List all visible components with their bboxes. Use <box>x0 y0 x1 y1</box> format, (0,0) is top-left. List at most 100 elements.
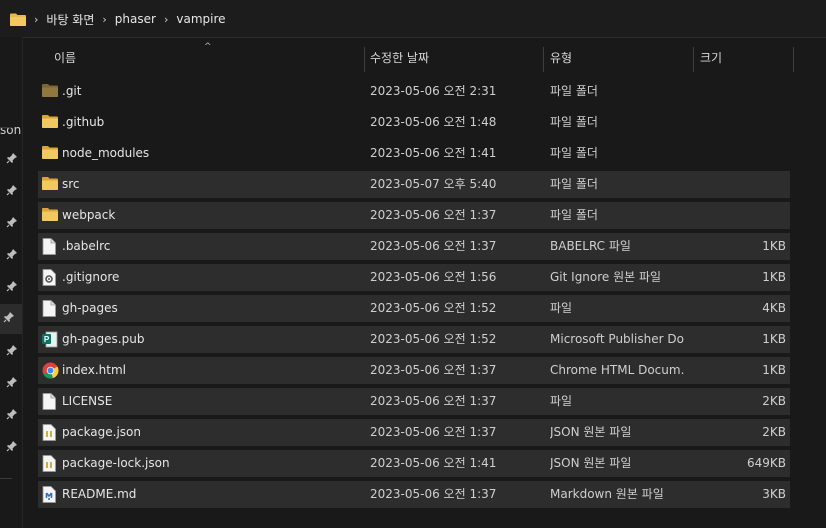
pin-icon[interactable] <box>3 408 19 424</box>
file-type: BABELRC 파일 <box>550 239 631 253</box>
nav-item-label[interactable]: sona <box>0 123 22 137</box>
file-modified-date: 2023-05-06 오전 1:41 <box>370 456 497 470</box>
file-name: webpack <box>62 208 116 222</box>
file-row[interactable]: .git 2023-05-06 오전 2:31 파일 폴더 <box>38 78 790 105</box>
file-modified-date: 2023-05-06 오전 1:48 <box>370 115 497 129</box>
json-file-icon <box>42 455 58 472</box>
column-divider[interactable] <box>793 47 794 72</box>
file-modified-date: 2023-05-07 오후 5:40 <box>370 177 497 191</box>
file-type: JSON 원본 파일 <box>550 425 632 439</box>
file-row[interactable]: package.json 2023-05-06 오전 1:37 JSON 원본 파일… <box>38 419 790 446</box>
file-name: index.html <box>62 363 126 377</box>
file-type: 파일 폴더 <box>550 115 598 129</box>
pin-icon[interactable] <box>3 248 19 264</box>
file-row[interactable]: .gitignore 2023-05-06 오전 1:56 Git Ignore 원… <box>38 264 790 291</box>
breadcrumb-item-desktop[interactable]: 바탕 화면 <box>46 11 94 28</box>
file-modified-date: 2023-05-06 오전 1:37 <box>370 239 497 253</box>
file-size: 2KB <box>762 425 786 439</box>
file-type: Chrome HTML Docum... <box>550 363 685 377</box>
file-modified-date: 2023-05-06 오전 1:37 <box>370 363 497 377</box>
svg-text:P: P <box>44 335 50 344</box>
column-divider[interactable] <box>543 47 544 72</box>
file-name: package.json <box>62 425 142 439</box>
column-header: ^ 이름 수정한 날짜 유형 크기 <box>38 42 794 72</box>
file-name: gh-pages.pub <box>62 332 145 346</box>
folder-icon <box>42 207 58 223</box>
file-name: node_modules <box>62 146 150 160</box>
pin-icon[interactable] <box>3 280 19 296</box>
chrome-icon <box>42 362 59 379</box>
folder-icon <box>42 145 58 161</box>
pin-icon[interactable] <box>3 216 19 232</box>
file-row[interactable]: .github 2023-05-06 오전 1:48 파일 폴더 <box>38 109 790 136</box>
column-header-name[interactable]: 이름 <box>54 44 354 72</box>
chevron-right-icon: › <box>34 12 39 26</box>
file-modified-date: 2023-05-06 오전 1:37 <box>370 394 497 408</box>
publisher-icon: P <box>42 331 58 348</box>
pin-icon[interactable] <box>0 304 22 334</box>
pin-icon[interactable] <box>3 152 19 168</box>
pin-icon[interactable] <box>3 440 19 456</box>
file-modified-date: 2023-05-06 오전 2:31 <box>370 84 497 98</box>
file-row[interactable]: webpack 2023-05-06 오전 1:37 파일 폴더 <box>38 202 790 229</box>
file-modified-date: 2023-05-06 오전 1:52 <box>370 301 497 315</box>
file-type: 파일 폴더 <box>550 84 598 98</box>
file-name: README.md <box>62 487 137 501</box>
folder-icon <box>42 114 58 130</box>
breadcrumb-item-phaser[interactable]: phaser <box>115 12 156 26</box>
file-row[interactable]: src 2023-05-07 오후 5:40 파일 폴더 <box>38 171 790 198</box>
folder-icon <box>10 13 26 26</box>
file-icon <box>42 300 58 317</box>
file-type: JSON 원본 파일 <box>550 456 632 470</box>
navigation-pane: sona <box>0 37 23 528</box>
file-size: 1KB <box>762 332 786 346</box>
file-name: LICENSE <box>62 394 113 408</box>
pin-icon[interactable] <box>3 184 19 200</box>
file-row[interactable]: gh-pages 2023-05-06 오전 1:52 파일 4KB <box>38 295 790 322</box>
file-size: 1KB <box>762 239 786 253</box>
file-type: 파일 <box>550 301 573 315</box>
address-bar[interactable]: › 바탕 화면 › phaser › vampire <box>0 0 826 38</box>
column-header-modified[interactable]: 수정한 날짜 <box>370 44 540 72</box>
file-name: .git <box>62 84 82 98</box>
pin-icon[interactable] <box>3 376 19 392</box>
nav-divider <box>0 127 12 128</box>
file-type: 파일 <box>550 394 573 408</box>
file-modified-date: 2023-05-06 오전 1:56 <box>370 270 497 284</box>
column-header-size[interactable]: 크기 <box>700 44 780 72</box>
file-row[interactable]: node_modules 2023-05-06 오전 1:41 파일 폴더 <box>38 140 790 167</box>
file-name: .github <box>62 115 105 129</box>
file-name: .gitignore <box>62 270 120 284</box>
file-row[interactable]: LICENSE 2023-05-06 오전 1:37 파일 2KB <box>38 388 790 415</box>
pin-icon[interactable] <box>3 344 19 360</box>
file-modified-date: 2023-05-06 오전 1:37 <box>370 487 497 501</box>
file-row[interactable]: Pgh-pages.pub 2023-05-06 오전 1:52 Microsoft… <box>38 326 790 353</box>
file-type: Microsoft Publisher Do... <box>550 332 685 346</box>
breadcrumb-item-vampire[interactable]: vampire <box>176 12 225 26</box>
file-modified-date: 2023-05-06 오전 1:52 <box>370 332 497 346</box>
file-name: package-lock.json <box>62 456 170 470</box>
chevron-right-icon: › <box>102 12 107 26</box>
file-type: 파일 폴더 <box>550 146 598 160</box>
file-row[interactable]: README.md 2023-05-06 오전 1:37 Markdown 원본 파… <box>38 481 790 508</box>
file-name: src <box>62 177 80 191</box>
settings-file-icon <box>42 269 58 286</box>
file-type: 파일 폴더 <box>550 177 598 191</box>
json-file-icon <box>42 424 58 441</box>
file-size: 1KB <box>762 270 786 284</box>
folder-icon <box>42 176 58 192</box>
file-size: 1KB <box>762 363 786 377</box>
column-divider[interactable] <box>693 47 694 72</box>
file-modified-date: 2023-05-06 오전 1:41 <box>370 146 497 160</box>
file-type: 파일 폴더 <box>550 208 598 222</box>
file-size: 4KB <box>762 301 786 315</box>
column-divider[interactable] <box>364 47 365 72</box>
file-row[interactable]: .babelrc 2023-05-06 오전 1:37 BABELRC 파일 1KB <box>38 233 790 260</box>
file-name: gh-pages <box>62 301 118 315</box>
file-row[interactable]: index.html 2023-05-06 오전 1:37 Chrome HTML … <box>38 357 790 384</box>
chevron-right-icon: › <box>163 12 169 26</box>
nav-divider <box>0 478 12 479</box>
file-row[interactable]: package-lock.json 2023-05-06 오전 1:41 JSON … <box>38 450 790 477</box>
column-header-type[interactable]: 유형 <box>550 44 690 72</box>
file-size: 2KB <box>762 394 786 408</box>
